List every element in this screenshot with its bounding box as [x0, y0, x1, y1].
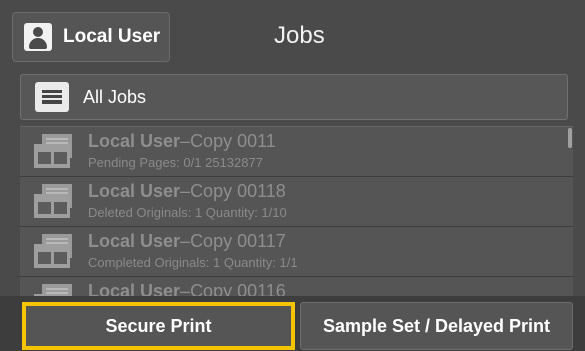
job-title: Local User–Copy 00118: [88, 181, 286, 201]
job-title: Local User–Copy 00116: [88, 281, 286, 297]
job-list[interactable]: Local User–Copy 0011 Pending Pages: 0/1 …: [20, 126, 573, 297]
job-detail: Deleted Originals: 1 Quantity: 1/10: [88, 205, 287, 220]
document-icon: [32, 134, 74, 170]
document-icon: [32, 184, 74, 220]
job-title: Local User–Copy 00117: [88, 231, 286, 251]
job-row[interactable]: Local User–Copy 00118 Deleted Originals:…: [20, 177, 573, 227]
job-title: Local User–Copy 0011: [88, 131, 276, 151]
job-detail: Completed Originals: 1 Quantity: 1/1: [88, 255, 298, 270]
secure-print-button[interactable]: Secure Print: [22, 302, 295, 350]
document-icon: [32, 234, 74, 270]
job-row[interactable]: Local User–Copy 00116: [20, 277, 573, 297]
sample-set-delayed-print-button[interactable]: Sample Set / Delayed Print: [300, 302, 573, 350]
list-scrollbar[interactable]: [568, 128, 572, 148]
tray-stack-icon: [35, 82, 69, 112]
job-detail: Pending Pages: 0/1 25132877: [88, 155, 263, 170]
page-title: Jobs: [274, 22, 325, 49]
job-row[interactable]: Local User–Copy 00117 Completed Original…: [20, 227, 573, 277]
filter-label: All Jobs: [83, 86, 147, 107]
user-icon: [24, 23, 52, 51]
user-label: Local User: [63, 26, 161, 47]
job-row[interactable]: Local User–Copy 0011 Pending Pages: 0/1 …: [20, 127, 573, 177]
all-jobs-filter[interactable]: All Jobs: [20, 74, 568, 120]
local-user-button[interactable]: Local User: [12, 12, 170, 62]
